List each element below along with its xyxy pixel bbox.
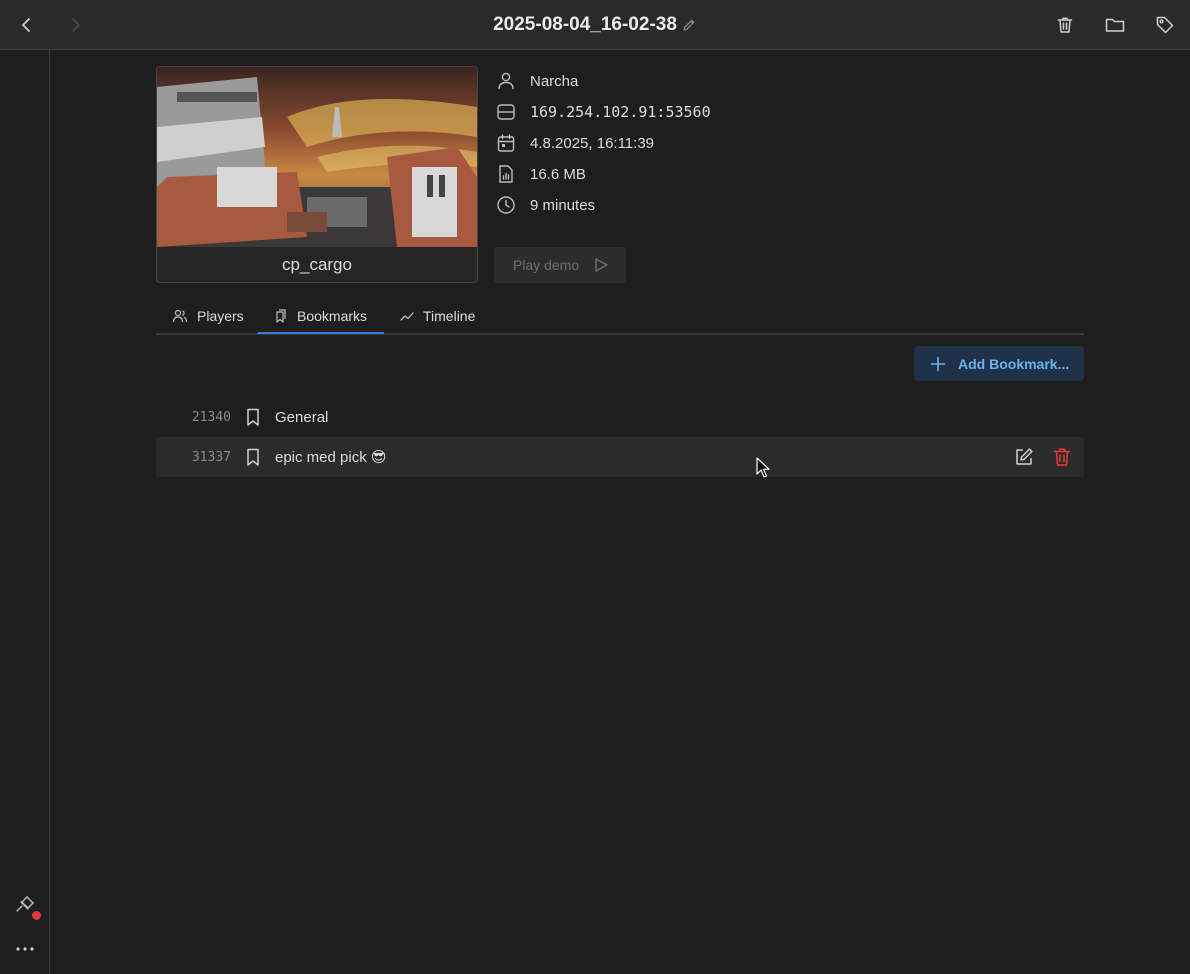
tab-timeline[interactable]: Timeline — [400, 299, 475, 333]
duration-row: 9 minutes — [496, 193, 595, 217]
file-chart-icon — [499, 165, 513, 183]
users-icon — [172, 309, 188, 323]
server-row: 169.254.102.91:53560 — [496, 100, 711, 124]
file-size: 16.6 MB — [530, 165, 586, 183]
tab-players[interactable]: Players — [172, 299, 244, 333]
player-name: Narcha — [530, 72, 579, 90]
player-row: Narcha — [496, 69, 578, 93]
more-button[interactable] — [13, 937, 37, 961]
back-icon — [22, 18, 30, 32]
folder-icon — [1105, 18, 1125, 32]
server-icon — [497, 104, 515, 120]
map-card: cp_cargo — [156, 66, 478, 283]
bookmark-row[interactable]: 21340 General — [156, 397, 1084, 437]
tag-icon — [1156, 16, 1174, 34]
user-icon — [498, 72, 514, 90]
bookmarks-icon — [276, 309, 286, 323]
pencil-icon — [683, 19, 695, 31]
open-folder-button[interactable] — [1103, 13, 1127, 37]
bookmark-icon — [247, 448, 259, 466]
back-button[interactable] — [14, 13, 38, 37]
tab-bar: Players Bookmarks Timeline — [156, 299, 1084, 335]
bookmark-name: epic med pick 😎 — [275, 449, 387, 466]
more-icon — [16, 947, 34, 951]
recorded-date: 4.8.2025, 16:11:39 — [530, 134, 654, 152]
server-address: 169.254.102.91:53560 — [530, 103, 711, 121]
play-demo-label: Play demo — [513, 257, 580, 273]
duration: 9 minutes — [530, 196, 596, 214]
trash-icon — [1053, 448, 1071, 466]
top-bar: 2025-08-04_16-02-38 — [0, 0, 1190, 50]
forward-icon — [72, 18, 80, 32]
rename-button[interactable] — [681, 17, 697, 33]
add-bookmark-button[interactable]: Add Bookmark... — [914, 346, 1084, 381]
delete-demo-button[interactable] — [1053, 13, 1077, 37]
play-demo-button[interactable]: Play demo — [494, 247, 626, 283]
tab-timeline-label: Timeline — [423, 308, 476, 324]
tab-bookmarks[interactable]: Bookmarks — [274, 299, 367, 333]
page-title: 2025-08-04_16-02-38 — [493, 14, 677, 35]
delete-bookmark-button[interactable] — [1051, 446, 1073, 468]
sidebar — [0, 50, 50, 974]
calendar-icon — [497, 134, 515, 152]
clock-icon — [497, 196, 515, 214]
date-row: 4.8.2025, 16:11:39 — [496, 131, 654, 155]
edit-icon — [1016, 448, 1033, 465]
status-dot — [32, 911, 41, 920]
play-icon — [595, 258, 608, 272]
bookmark-tick: 21340 — [191, 409, 231, 425]
size-row: 16.6 MB — [496, 162, 586, 186]
tags-button[interactable] — [1153, 13, 1177, 37]
bookmark-tick: 31337 — [191, 449, 231, 465]
forward-button[interactable] — [64, 13, 88, 37]
tab-bookmarks-label: Bookmarks — [297, 308, 368, 324]
bookmark-name: General — [275, 408, 329, 426]
bookmark-icon — [247, 408, 259, 426]
active-tab-indicator — [258, 332, 384, 334]
chart-line-icon — [400, 312, 414, 321]
add-bookmark-label: Add Bookmark... — [958, 355, 1070, 372]
map-thumbnail — [157, 67, 477, 247]
trash-icon — [1057, 17, 1073, 33]
tab-players-label: Players — [197, 308, 244, 324]
bookmark-row[interactable]: 31337 epic med pick 😎 — [156, 437, 1084, 477]
map-name: cp_cargo — [282, 255, 352, 274]
edit-bookmark-button[interactable] — [1013, 446, 1035, 468]
plus-icon — [930, 356, 946, 371]
